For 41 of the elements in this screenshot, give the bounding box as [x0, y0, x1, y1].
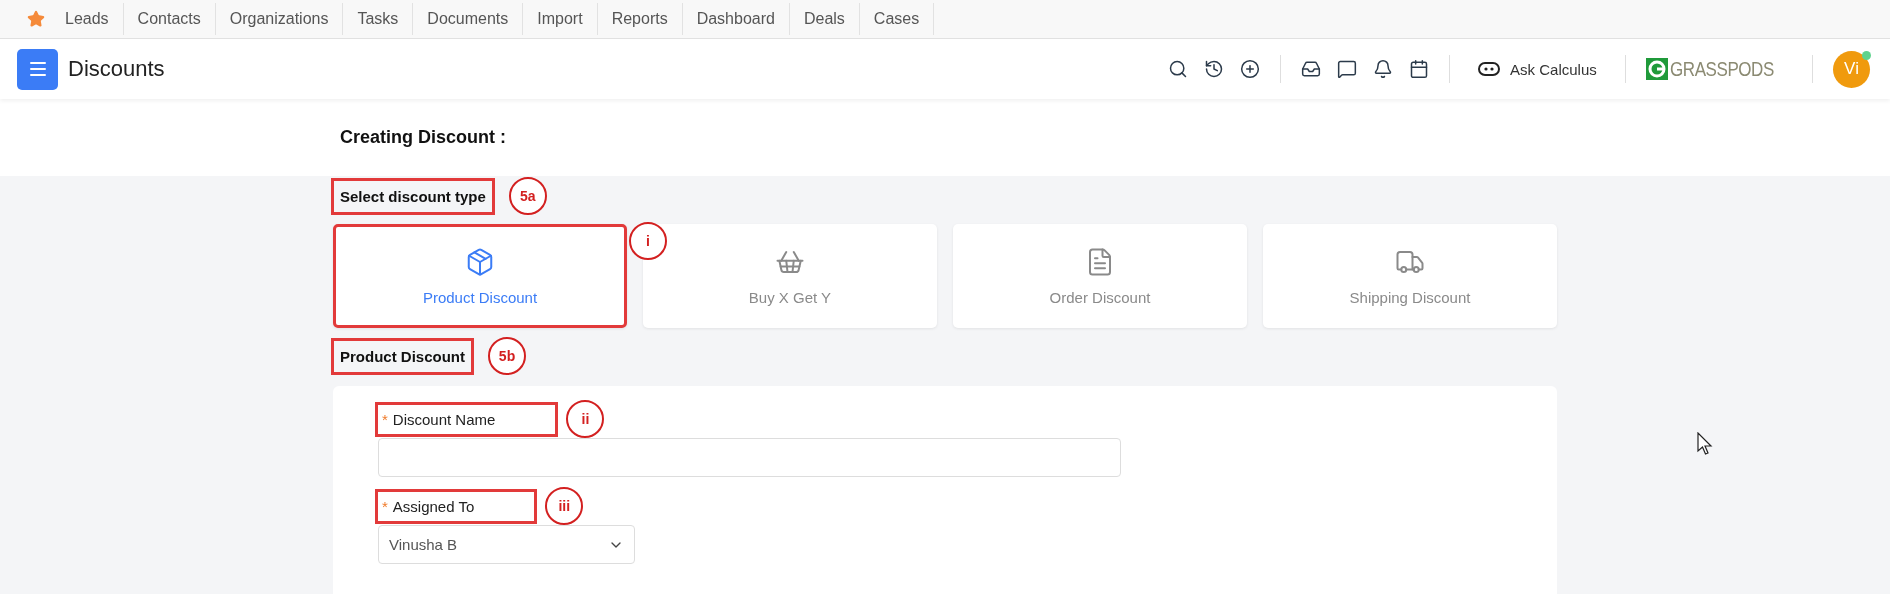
field-label: * Assigned To — [375, 488, 538, 524]
mouse-cursor-icon — [1697, 432, 1713, 456]
nav-link[interactable]: Dashboard — [682, 3, 790, 35]
assistant-icon — [1478, 62, 1501, 76]
assignee-dropdown[interactable]: Vinusha B — [378, 525, 635, 564]
callout-marker: i — [629, 222, 667, 260]
discount-name-field[interactable] — [378, 438, 1121, 477]
section-label: Product Discount — [331, 337, 474, 375]
callout-marker: iii — [545, 487, 584, 525]
field-label: * Discount Name — [375, 401, 559, 437]
form-heading: Creating Discount : — [340, 127, 506, 148]
callout-marker: 5a — [508, 177, 547, 215]
discount-type-card[interactable]: Order Discount — [953, 224, 1247, 328]
star-icon[interactable] — [27, 10, 45, 28]
bell-icon[interactable] — [1373, 59, 1394, 79]
nav-link[interactable]: Cases — [859, 3, 935, 35]
menu-button[interactable] — [17, 48, 58, 90]
search-icon[interactable] — [1168, 59, 1189, 79]
nav-link[interactable]: Deals — [789, 3, 860, 35]
discount-type-card[interactable]: Product Discount — [333, 224, 627, 328]
logo-text: GRASSPODS — [1669, 57, 1774, 81]
ask-calculus-button[interactable]: Ask Calculus — [1470, 60, 1605, 78]
nav-link[interactable]: Leads — [51, 3, 124, 35]
inbox-icon[interactable] — [1301, 59, 1322, 79]
box-icon — [465, 246, 495, 277]
history-icon[interactable] — [1204, 59, 1225, 79]
nav-link[interactable]: Organizations — [215, 3, 344, 35]
nav-link[interactable]: Documents — [413, 3, 524, 35]
callout-marker: ii — [566, 400, 605, 438]
section-label: Select discount type — [331, 177, 495, 215]
nav-link[interactable]: Reports — [597, 3, 683, 35]
chat-icon[interactable] — [1337, 59, 1358, 79]
callout-marker: 5b — [488, 337, 526, 375]
nav-link[interactable]: Contacts — [123, 3, 216, 35]
logo-icon — [1645, 58, 1668, 80]
page-title: Discounts — [68, 56, 165, 82]
calendar-icon[interactable] — [1409, 59, 1430, 79]
add-icon[interactable] — [1240, 59, 1261, 79]
nav-link[interactable]: Tasks — [343, 3, 414, 35]
nav-link[interactable]: Import — [523, 3, 598, 35]
discount-type-card[interactable]: Shipping Discount — [1263, 224, 1557, 328]
